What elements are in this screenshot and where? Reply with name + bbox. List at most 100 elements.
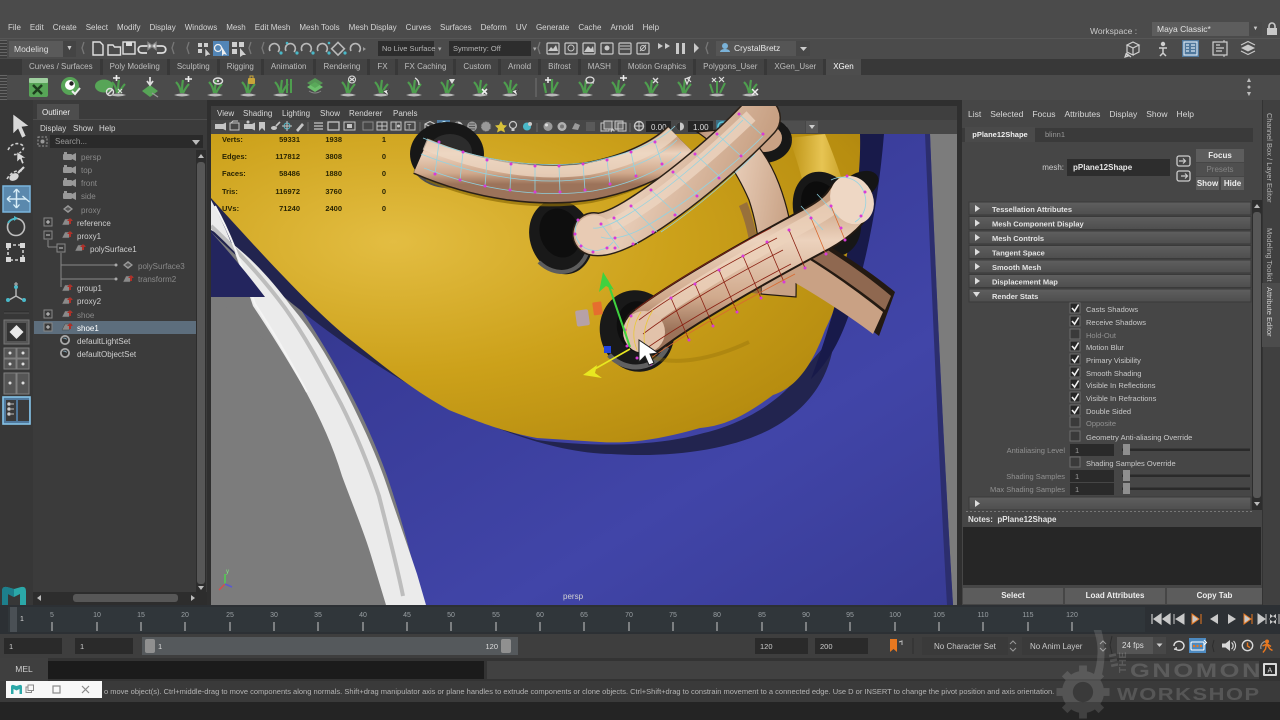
- svg-text:Render Stats: Render Stats: [992, 292, 1038, 301]
- svg-text:Antialiasing Level: Antialiasing Level: [1007, 446, 1066, 455]
- svg-text:Show: Show: [320, 109, 340, 118]
- svg-text:20: 20: [181, 612, 189, 619]
- svg-text:Help: Help: [99, 124, 116, 133]
- svg-text:1: 1: [9, 642, 13, 651]
- svg-text:Casts Shadows: Casts Shadows: [1086, 305, 1138, 314]
- svg-text:Display: Display: [40, 124, 66, 133]
- svg-text:35: 35: [314, 612, 322, 619]
- svg-text:View: View: [217, 109, 234, 118]
- svg-text:Primary Visibility: Primary Visibility: [1086, 356, 1141, 365]
- svg-text:80: 80: [713, 612, 721, 619]
- svg-text:71240: 71240: [279, 204, 300, 213]
- svg-text:Smooth Shading: Smooth Shading: [1086, 369, 1141, 378]
- svg-text:90: 90: [802, 612, 810, 619]
- svg-text:1: 1: [158, 642, 162, 651]
- svg-text:100: 100: [889, 612, 901, 619]
- svg-text:GNOMON: GNOMON: [1130, 660, 1263, 681]
- svg-text:95: 95: [846, 612, 854, 619]
- svg-text:Mesh Component Display: Mesh Component Display: [992, 220, 1085, 229]
- svg-text:transform2: transform2: [138, 275, 177, 284]
- svg-text:Shading: Shading: [243, 109, 272, 118]
- svg-text:shoe1: shoe1: [77, 324, 99, 333]
- svg-text:Edges:: Edges:: [222, 152, 247, 161]
- svg-text:1: 1: [1075, 446, 1079, 455]
- svg-text:115: 115: [1022, 612, 1033, 619]
- svg-text:Opposite: Opposite: [1086, 419, 1116, 428]
- svg-text:Mesh Controls: Mesh Controls: [992, 234, 1044, 243]
- svg-text:50: 50: [447, 612, 455, 619]
- svg-text:117812: 117812: [275, 152, 300, 161]
- svg-text:T: T: [407, 124, 412, 131]
- svg-text:Max Shading Samples: Max Shading Samples: [990, 485, 1065, 494]
- svg-text:45: 45: [403, 612, 411, 619]
- svg-text:No Character Set: No Character Set: [934, 642, 997, 651]
- svg-text:top: top: [81, 166, 93, 175]
- svg-text:1: 1: [80, 642, 84, 651]
- svg-text:15: 15: [137, 612, 145, 619]
- svg-text:side: side: [81, 192, 96, 201]
- svg-text:25: 25: [226, 612, 234, 619]
- svg-text:Geometry Anti-aliasing Overrid: Geometry Anti-aliasing Override: [1086, 433, 1192, 442]
- svg-text:Tris:: Tris:: [222, 187, 238, 196]
- svg-text:85: 85: [758, 612, 766, 619]
- svg-text:Motion Blur: Motion Blur: [1086, 343, 1124, 352]
- svg-text:0: 0: [382, 169, 386, 178]
- svg-text:proxy2: proxy2: [77, 297, 102, 306]
- svg-text:3760: 3760: [325, 187, 342, 196]
- svg-text:Smooth Mesh: Smooth Mesh: [992, 263, 1042, 272]
- svg-text:Renderer: Renderer: [349, 109, 383, 118]
- svg-text:Double Sided: Double Sided: [1086, 407, 1131, 416]
- svg-text:Tessellation Attributes: Tessellation Attributes: [992, 205, 1072, 214]
- svg-text:Shading Samples: Shading Samples: [1006, 472, 1065, 481]
- svg-text:2400: 2400: [325, 204, 342, 213]
- svg-text:1880: 1880: [325, 169, 342, 178]
- svg-text:120: 120: [1066, 612, 1078, 619]
- svg-text:105: 105: [933, 612, 945, 619]
- svg-text:CrystalBretz: CrystalBretz: [734, 43, 780, 53]
- svg-text:40: 40: [359, 612, 367, 619]
- svg-text:polySurface1: polySurface1: [90, 245, 137, 254]
- svg-text:Faces:: Faces:: [222, 169, 246, 178]
- svg-text:10: 10: [93, 612, 101, 619]
- svg-text:Lighting: Lighting: [282, 109, 310, 118]
- svg-text:Visible In Reflections: Visible In Reflections: [1086, 381, 1156, 390]
- svg-text:Visible In Refractions: Visible In Refractions: [1086, 394, 1157, 403]
- svg-text:polySurface3: polySurface3: [138, 262, 185, 271]
- svg-text:persp: persp: [563, 592, 584, 601]
- svg-text:defaultLightSet: defaultLightSet: [77, 337, 131, 346]
- svg-text:Show: Show: [73, 124, 93, 133]
- svg-text:THE: THE: [1118, 652, 1129, 674]
- svg-text:persp: persp: [81, 153, 102, 162]
- svg-text:58486: 58486: [279, 169, 300, 178]
- svg-text:3808: 3808: [325, 152, 342, 161]
- svg-text:200: 200: [820, 642, 833, 651]
- svg-text:Outliner: Outliner: [42, 108, 70, 117]
- svg-text:Tangent Space: Tangent Space: [992, 249, 1045, 258]
- svg-text:116972: 116972: [275, 187, 300, 196]
- svg-text:WORKSHOP: WORKSHOP: [1117, 685, 1261, 704]
- svg-text:Receive Shadows: Receive Shadows: [1086, 318, 1146, 327]
- svg-text:Hold-Out: Hold-Out: [1086, 331, 1117, 340]
- svg-text:59331: 59331: [279, 135, 300, 144]
- svg-text:75: 75: [669, 612, 677, 619]
- svg-text:0: 0: [382, 152, 386, 161]
- svg-text:120: 120: [485, 642, 498, 651]
- svg-text:y: y: [226, 569, 229, 575]
- svg-text:group1: group1: [77, 284, 102, 293]
- svg-text:proxy1: proxy1: [77, 232, 102, 241]
- svg-text:60: 60: [536, 612, 544, 619]
- svg-text:proxy: proxy: [81, 206, 101, 215]
- svg-text:Verts:: Verts:: [222, 135, 243, 144]
- svg-text:70: 70: [625, 612, 633, 619]
- svg-text:1938: 1938: [325, 135, 342, 144]
- svg-text:Shading Samples Override: Shading Samples Override: [1086, 459, 1176, 468]
- svg-text:Panels: Panels: [393, 109, 417, 118]
- svg-text:1: 1: [20, 616, 24, 623]
- svg-text:1: 1: [382, 135, 386, 144]
- svg-text:shoe: shoe: [77, 311, 95, 320]
- svg-text:front: front: [81, 179, 98, 188]
- svg-text:0: 0: [382, 204, 386, 213]
- svg-text:1: 1: [1075, 472, 1079, 481]
- svg-text:55: 55: [492, 612, 500, 619]
- svg-text:Search...: Search...: [55, 137, 87, 146]
